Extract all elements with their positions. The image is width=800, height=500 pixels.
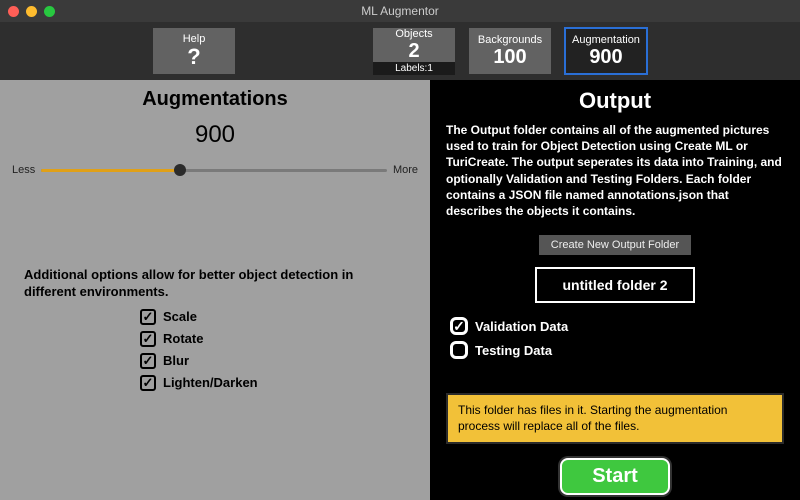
option-rotate[interactable]: Rotate bbox=[140, 331, 430, 347]
slider-thumb[interactable] bbox=[174, 164, 186, 176]
option-blur[interactable]: Blur bbox=[140, 353, 430, 369]
backgrounds-stat[interactable]: Backgrounds 100 bbox=[469, 28, 551, 74]
option-label: Testing Data bbox=[475, 343, 552, 358]
options-description: Additional options allow for better obje… bbox=[24, 267, 406, 301]
augmentation-label: Augmentation bbox=[572, 34, 640, 46]
option-label: Validation Data bbox=[475, 319, 568, 334]
close-icon[interactable] bbox=[8, 6, 19, 17]
slider-max-label: More bbox=[393, 164, 418, 176]
backgrounds-label: Backgrounds bbox=[478, 34, 542, 46]
output-folder-name[interactable]: untitled folder 2 bbox=[535, 267, 695, 303]
titlebar: ML Augmentor bbox=[0, 0, 800, 22]
help-button[interactable]: Help ? bbox=[153, 28, 235, 74]
checkbox-icon bbox=[140, 331, 156, 347]
objects-value: 2 bbox=[408, 40, 419, 62]
create-output-folder-button[interactable]: Create New Output Folder bbox=[539, 235, 691, 255]
option-validation-data[interactable]: Validation Data bbox=[450, 317, 784, 335]
output-panel: Output The Output folder contains all of… bbox=[430, 80, 800, 500]
objects-label: Objects bbox=[395, 28, 432, 40]
objects-stat[interactable]: Objects 2 Labels:1 bbox=[373, 28, 455, 74]
option-label: Rotate bbox=[163, 331, 203, 346]
options-list: Scale Rotate Blur Lighten/Darken bbox=[140, 309, 430, 391]
checkbox-icon bbox=[140, 309, 156, 325]
start-row: Start bbox=[446, 458, 784, 495]
option-testing-data[interactable]: Testing Data bbox=[450, 341, 784, 359]
help-icon: ? bbox=[187, 45, 200, 69]
start-button[interactable]: Start bbox=[560, 458, 670, 495]
slider-fill bbox=[41, 169, 179, 172]
augmentations-panel: Augmentations 900 Less More Additional o… bbox=[0, 80, 430, 500]
output-heading: Output bbox=[446, 88, 784, 114]
main-body: Augmentations 900 Less More Additional o… bbox=[0, 80, 800, 500]
objects-sublabel: Labels:1 bbox=[373, 62, 455, 75]
zoom-icon[interactable] bbox=[44, 6, 55, 17]
augmentations-slider-row: Less More bbox=[12, 163, 418, 177]
augmentation-value: 900 bbox=[589, 46, 622, 68]
minimize-icon[interactable] bbox=[26, 6, 37, 17]
output-options: Validation Data Testing Data bbox=[450, 317, 784, 359]
option-label: Scale bbox=[163, 309, 197, 324]
augmentations-count: 900 bbox=[0, 121, 430, 149]
checkbox-icon bbox=[140, 375, 156, 391]
checkbox-icon bbox=[450, 341, 468, 359]
top-toolbar: Help ? Objects 2 Labels:1 Backgrounds 10… bbox=[0, 22, 800, 80]
augmentations-heading: Augmentations bbox=[0, 88, 430, 111]
augmentations-slider[interactable] bbox=[41, 163, 387, 177]
option-label: Blur bbox=[163, 353, 189, 368]
output-description: The Output folder contains all of the au… bbox=[446, 122, 784, 219]
window-title: ML Augmentor bbox=[0, 4, 800, 18]
backgrounds-value: 100 bbox=[493, 46, 526, 68]
warning-banner: This folder has files in it. Starting th… bbox=[446, 393, 784, 444]
slider-min-label: Less bbox=[12, 164, 35, 176]
option-scale[interactable]: Scale bbox=[140, 309, 430, 325]
augmentation-stat[interactable]: Augmentation 900 bbox=[565, 28, 647, 74]
option-label: Lighten/Darken bbox=[163, 375, 258, 390]
option-lighten[interactable]: Lighten/Darken bbox=[140, 375, 430, 391]
checkbox-icon bbox=[140, 353, 156, 369]
checkbox-icon bbox=[450, 317, 468, 335]
window-controls bbox=[8, 6, 55, 17]
